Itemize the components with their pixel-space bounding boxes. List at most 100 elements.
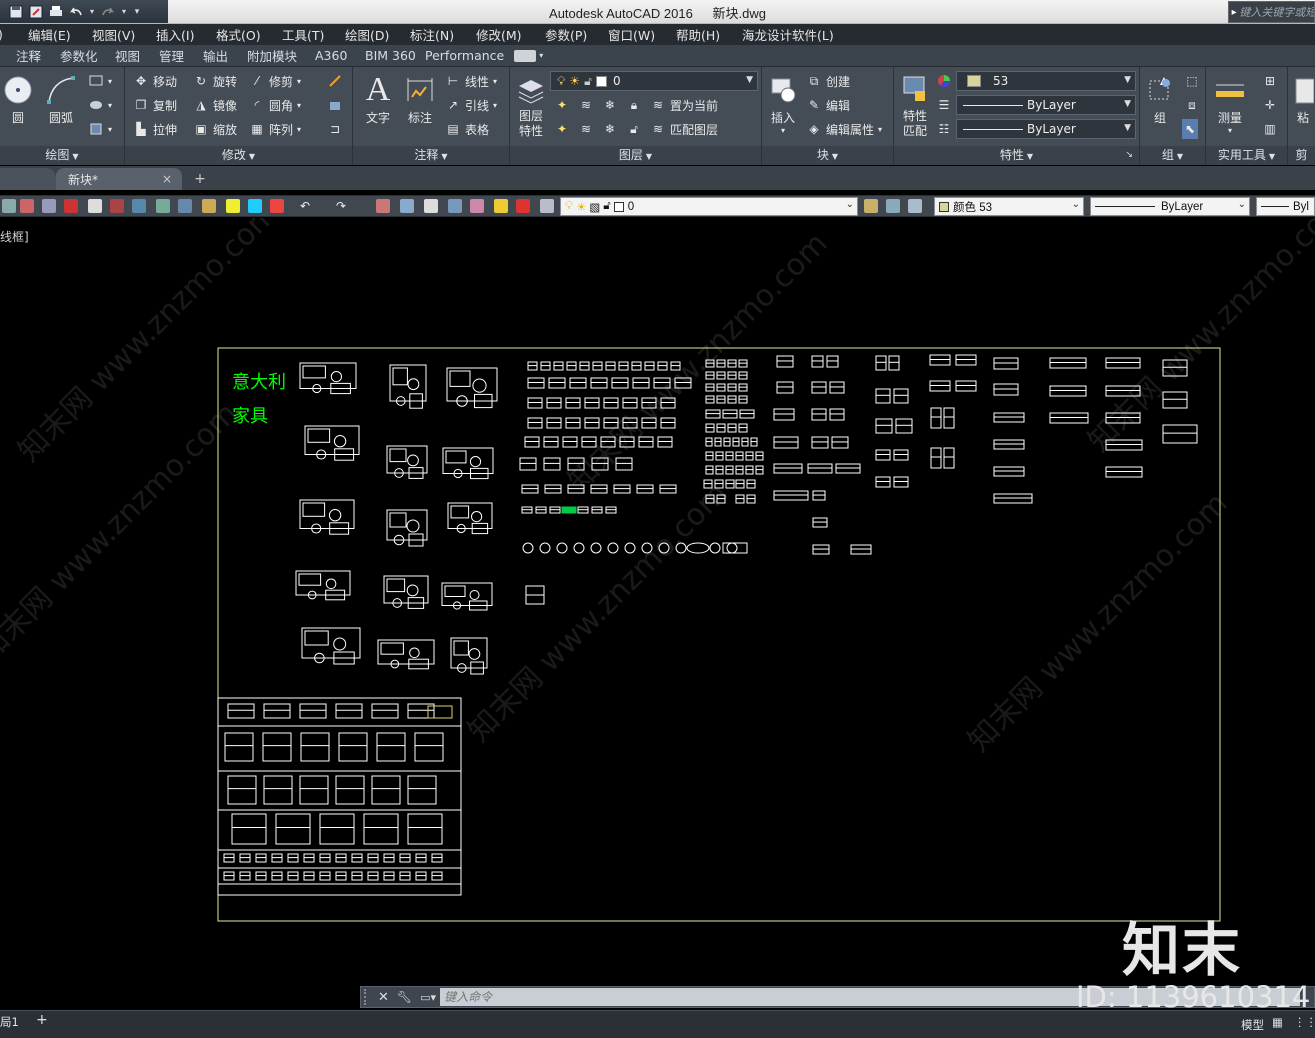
tab-addins[interactable]: 附加模块	[247, 46, 315, 65]
text-button[interactable]: A 文字	[361, 71, 395, 126]
erase-button[interactable]	[327, 71, 343, 91]
tab-performance[interactable]: Performance	[425, 48, 504, 63]
layer-on-button[interactable]: ✦	[554, 119, 570, 139]
menu-format[interactable]: 格式(O)	[216, 25, 282, 44]
paste-button[interactable]: 粘	[1292, 71, 1314, 126]
redo-toolbar-icon[interactable]: ↷	[336, 199, 350, 213]
toolbar-lineweight-dropdown[interactable]: Byl	[1256, 197, 1315, 216]
measure-button[interactable]: 测量 ▾	[1212, 71, 1248, 135]
panel-annotation-title[interactable]: 注释 ▼	[353, 146, 509, 165]
quick-calc-button[interactable]: ⊞	[1262, 71, 1278, 91]
close-icon[interactable]: ✕	[378, 990, 389, 1005]
color-wheel-button[interactable]	[936, 71, 952, 91]
snap-grid-icon[interactable]: ⋮⋮	[1294, 1015, 1315, 1029]
edit-attributes-button[interactable]: ◈ 编辑属性 ▾	[806, 119, 882, 139]
create-block-button[interactable]: ⧉ 创建	[806, 71, 850, 91]
explode-button[interactable]	[327, 95, 343, 115]
panel-draw-title[interactable]: 绘图 ▼	[0, 146, 124, 165]
layer-freeze-button[interactable]: ❄	[602, 95, 618, 115]
toolbar-linetype-dropdown[interactable]: ByLayer ⌄	[1090, 197, 1250, 216]
chevron-down-icon[interactable]: ▾	[539, 51, 543, 60]
ungroup-button[interactable]: ⬚	[1184, 71, 1200, 91]
menu-dimension[interactable]: 标注(N)	[410, 25, 476, 44]
table-button[interactable]: ▤ 表格	[445, 119, 489, 139]
property-icon[interactable]	[494, 199, 508, 213]
hatch-button[interactable]: ▾	[88, 95, 112, 115]
tab-a360[interactable]: A360	[315, 48, 365, 63]
layer-dropdown[interactable]: 💡︎ ☀ 🔓︎ 0 ▼	[550, 71, 758, 91]
group-edit-button[interactable]: ⧈	[1184, 95, 1200, 115]
rotate-button[interactable]: ↻ 旋转	[193, 71, 237, 91]
menu-modify[interactable]: 修改(M)	[476, 25, 545, 44]
panel-block-title[interactable]: 块 ▼	[762, 146, 893, 165]
move-button[interactable]: ✥ 移动	[133, 71, 177, 91]
arc-button[interactable]: 圆弧	[44, 71, 78, 126]
drag-handle[interactable]	[364, 989, 374, 1005]
panel-modify-title[interactable]: 修改 ▼	[125, 146, 352, 165]
menu-file-clipped[interactable]: )	[0, 27, 28, 42]
copy-button[interactable]: ❐ 复制	[133, 95, 177, 115]
grid-icon[interactable]: ▦	[1272, 1015, 1283, 1029]
menu-draw[interactable]: 绘图(D)	[345, 25, 410, 44]
tab-view[interactable]: 视图	[115, 46, 159, 65]
panel-clipboard-title[interactable]: 剪	[1288, 146, 1315, 165]
file-tab-active[interactable]: 新块* ×	[56, 168, 182, 190]
set-current-button[interactable]: ≋ 置为当前	[650, 95, 718, 115]
match-properties-button[interactable]: 特性匹配	[898, 71, 932, 139]
measure-tool-icon[interactable]	[88, 199, 102, 213]
add-layout-button[interactable]: +	[36, 1012, 48, 1028]
group-select-button[interactable]: ⬉	[1182, 119, 1198, 139]
select-icon[interactable]	[132, 199, 146, 213]
stretch-button[interactable]: ▙ 拉伸	[133, 119, 177, 139]
menu-insert[interactable]: 插入(I)	[156, 25, 216, 44]
layer-mgr-icon[interactable]	[540, 199, 554, 213]
magnet-icon[interactable]	[516, 199, 530, 213]
match-icon[interactable]	[20, 199, 34, 213]
undo-toolbar-icon[interactable]: ↶	[300, 199, 314, 213]
zoom-prev-icon[interactable]	[448, 199, 462, 213]
menu-help[interactable]: 帮助(H)	[676, 25, 742, 44]
drawing-canvas[interactable]: 线框] 意大利 家具 知末网 www.znzmo.com 知末网 www.znzm…	[0, 218, 1315, 1010]
layer-states-icon[interactable]	[908, 199, 922, 213]
text-style-icon[interactable]	[226, 199, 240, 213]
menu-hailong[interactable]: 海龙设计软件(L)	[742, 25, 834, 44]
image-icon[interactable]	[202, 199, 216, 213]
new-tab-button[interactable]: +	[190, 168, 210, 190]
zoom-icon[interactable]	[424, 199, 438, 213]
align-icon[interactable]	[178, 199, 192, 213]
layout-tab[interactable]: 局1	[0, 1014, 19, 1030]
tab-parametric[interactable]: 参数化	[60, 46, 115, 65]
toolbar-color-dropdown[interactable]: 颜色 53 ⌄	[934, 197, 1084, 216]
ribbon-minimize-icon[interactable]	[514, 49, 537, 62]
color-dropdown[interactable]: 53 ▼	[956, 71, 1136, 91]
brush-icon[interactable]	[376, 199, 390, 213]
linetype-dropdown[interactable]: ByLayer ▼	[956, 95, 1136, 115]
panel-utilities-title[interactable]: 实用工具 ▼	[1206, 146, 1287, 165]
block-icon[interactable]	[64, 199, 78, 213]
region-button[interactable]: ▾	[88, 119, 112, 139]
keyword-search[interactable]: ▸ 键入关键字或短语	[1228, 1, 1315, 23]
group-button[interactable]: 组	[1144, 71, 1176, 126]
trim-button[interactable]: ⁄ 修剪 ▾	[249, 71, 301, 91]
rectangle-button[interactable]: ▾	[88, 71, 112, 91]
layer-thaw-button[interactable]: ❄	[602, 119, 618, 139]
layer-previous-icon[interactable]	[886, 199, 900, 213]
match-layer-button[interactable]: ≋ 匹配图层	[650, 119, 718, 139]
mirror-button[interactable]: ◮ 镜像	[193, 95, 237, 115]
point-button[interactable]: ✛	[1262, 95, 1278, 115]
fill-icon[interactable]	[248, 199, 262, 213]
array-button[interactable]: ▦ 阵列 ▾	[249, 119, 301, 139]
menu-parametric[interactable]: 参数(P)	[545, 25, 608, 44]
scale-button[interactable]: ▣ 缩放	[193, 119, 237, 139]
edit-block-button[interactable]: ✎ 编辑	[806, 95, 850, 115]
layer-unisolate-button[interactable]: ≋	[578, 119, 594, 139]
layer-walk-icon[interactable]	[42, 199, 56, 213]
tab-output[interactable]: 输出	[203, 46, 247, 65]
lineweight-dropdown[interactable]: ByLayer ▼	[956, 119, 1136, 139]
purge-icon[interactable]	[110, 199, 124, 213]
wrench-icon[interactable]: 🔧︎	[397, 990, 412, 1004]
offset-button[interactable]: ⊐	[327, 119, 343, 139]
leader-button[interactable]: ↗ 引线 ▾	[445, 95, 497, 115]
layer-properties-button[interactable]: 图层特性	[514, 71, 548, 139]
calculator-button[interactable]: ▥	[1262, 119, 1278, 139]
